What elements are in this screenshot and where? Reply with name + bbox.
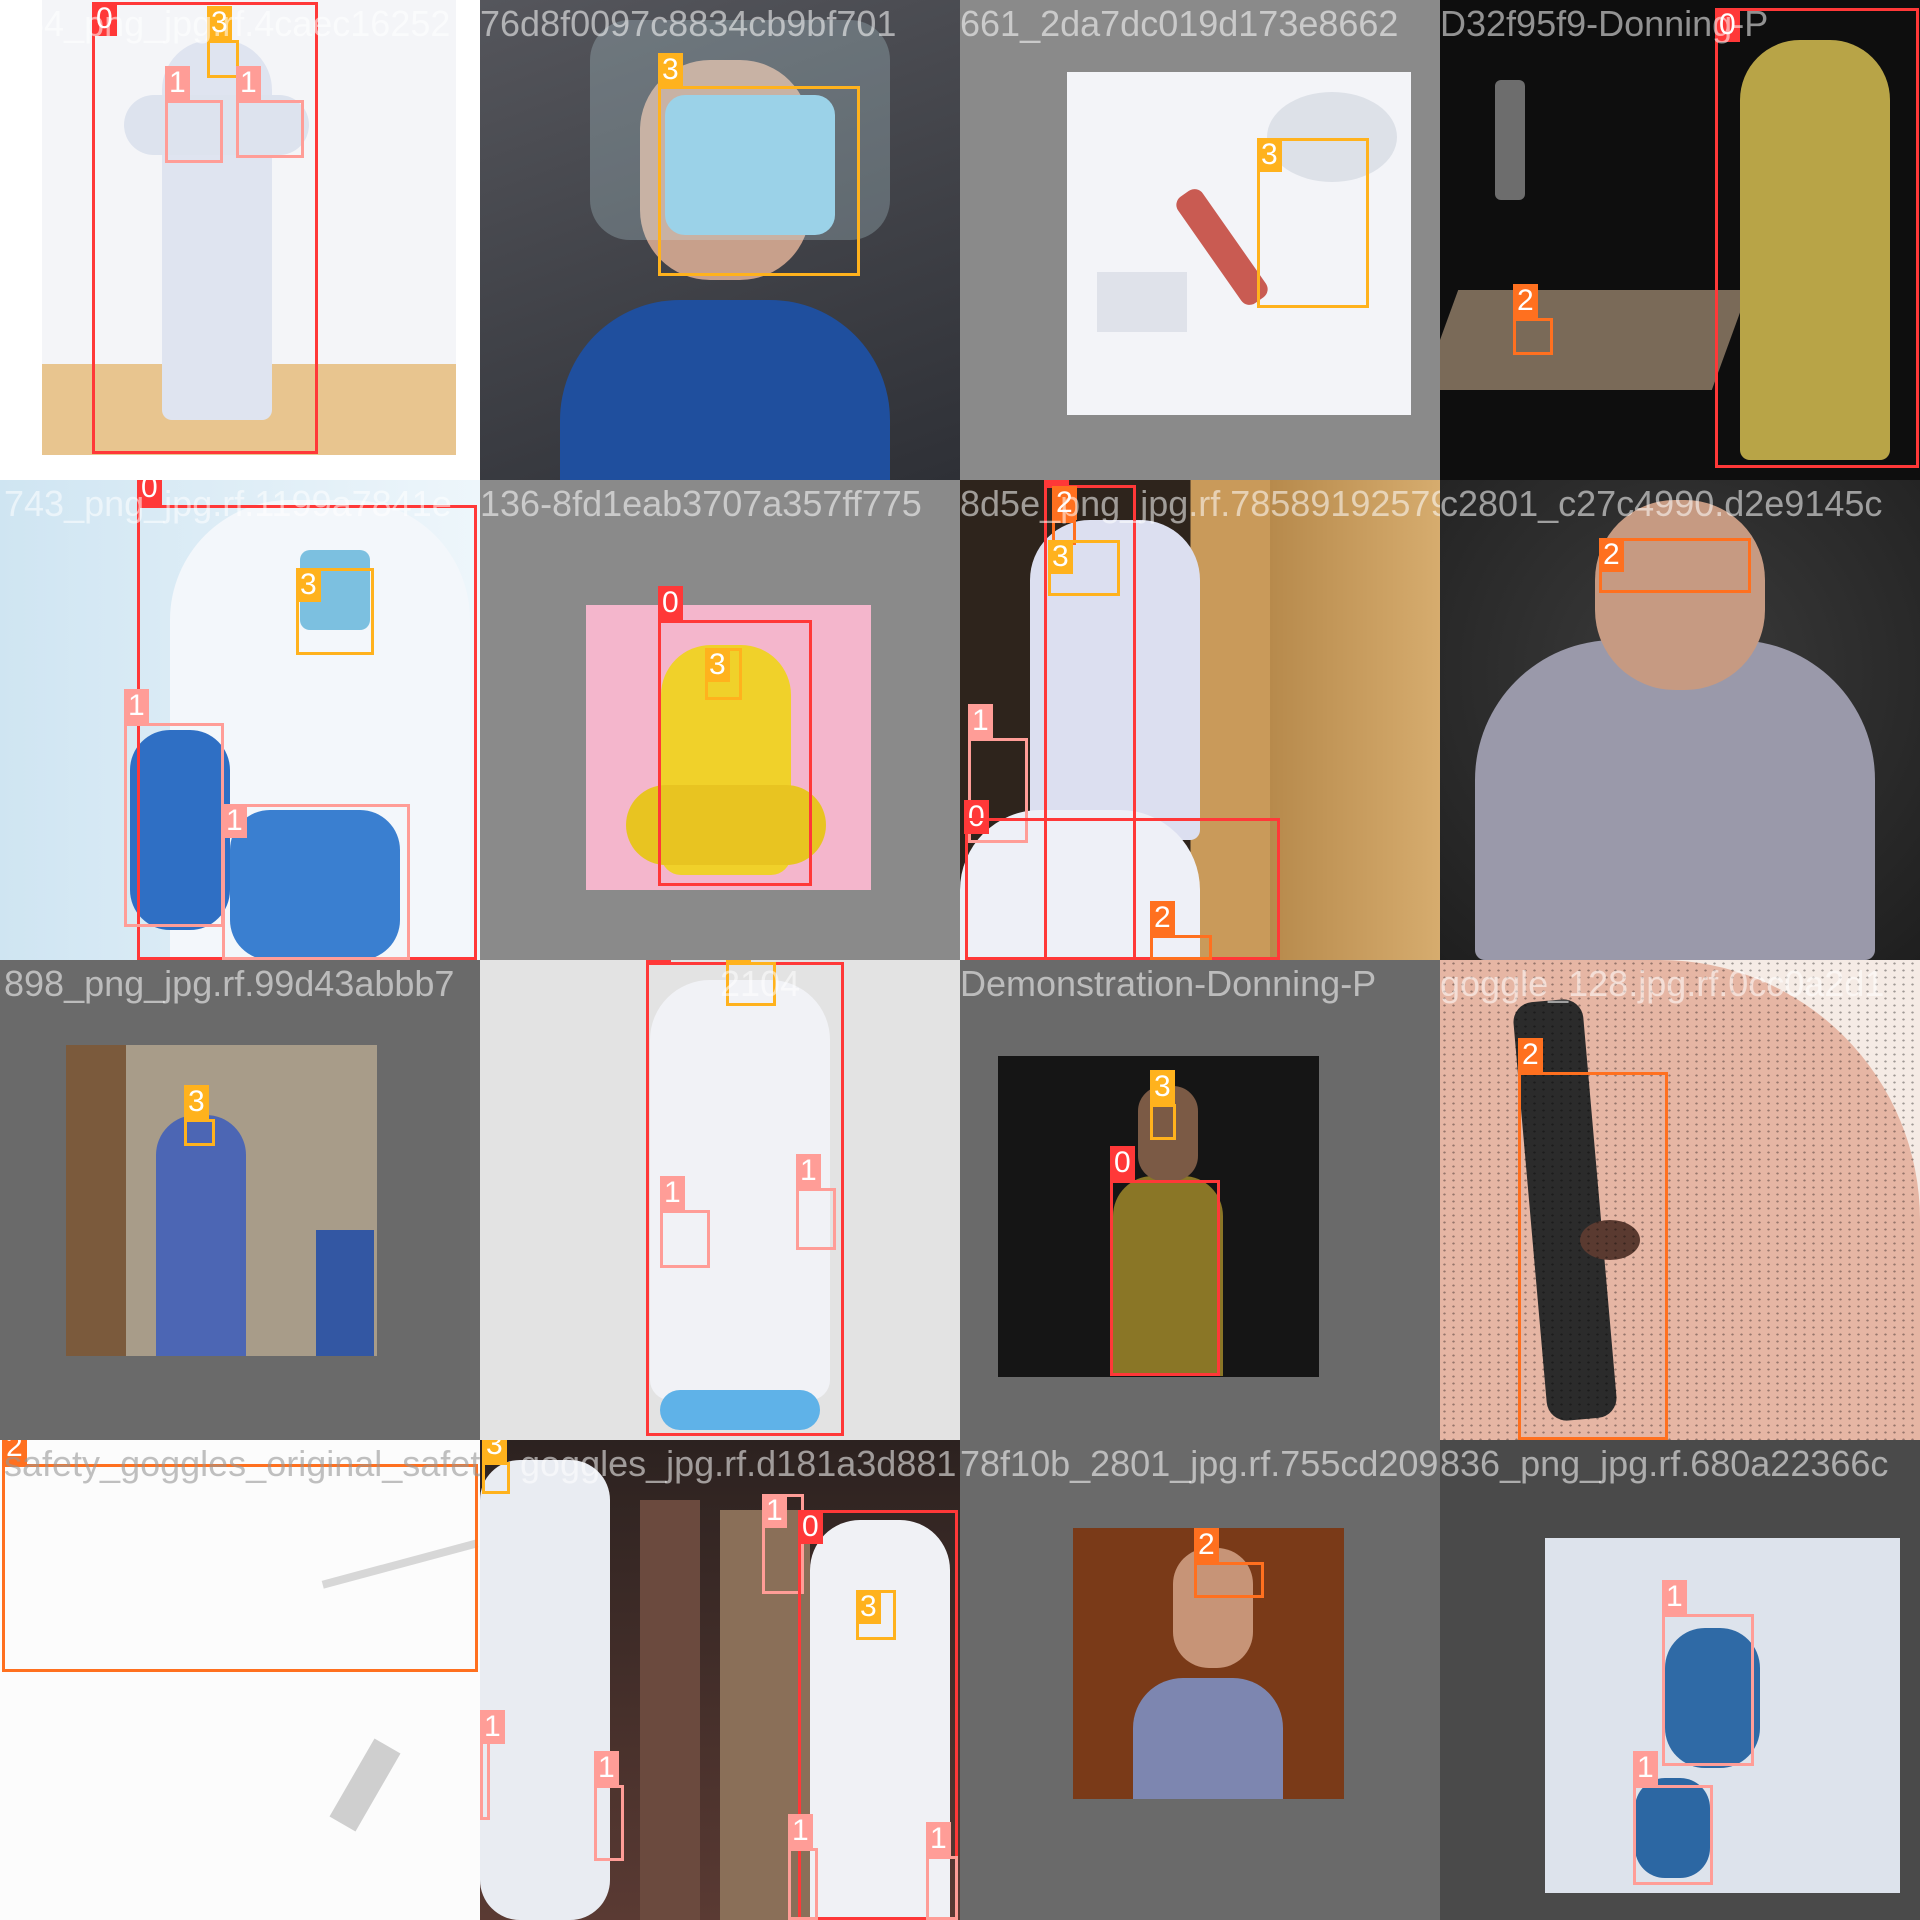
bbox-label: 1	[968, 704, 993, 738]
bbox-class-1: 1	[926, 1822, 958, 1920]
tile-5: 0 3 1 1 743_png_jpg.rf.1199a7841e	[0, 480, 480, 960]
bbox-class-2: 2	[1150, 901, 1212, 960]
tile-filename: 136-8fd1eab3707a357ff775	[480, 483, 922, 524]
tile-8: 2 c2801_c27c4990.d2e9145c	[1440, 480, 1920, 960]
tile-15: 2 78f10b_2801_jpg.rf.755cd209	[960, 1440, 1440, 1920]
bbox-label: 3	[207, 6, 232, 40]
tile-filename: Demonstration-Donning-P	[960, 963, 1377, 1004]
bbox-label: 3	[658, 53, 683, 87]
tile-9: 3 898_png_jpg.rf.99d43abbb7	[0, 960, 480, 1440]
tile-6: 0 3 136-8fd1eab3707a357ff775	[480, 480, 960, 960]
bbox-class-3: 3	[1048, 540, 1120, 596]
bbox-label: 0	[1110, 1146, 1135, 1180]
tile-13: 2 safety_goggles_original_safety_goggles…	[0, 1440, 480, 1920]
bbox-label: 1	[762, 1494, 787, 1528]
tile-3: 3 661_2da7dc019d173e8662	[960, 0, 1440, 480]
bbox-label: 2	[1518, 1038, 1543, 1072]
bbox-label: 3	[856, 1590, 881, 1624]
bbox-class-2: 2	[1518, 1038, 1668, 1440]
bbox-label: 3	[296, 568, 321, 602]
bbox-class-2: 2	[2, 1440, 478, 1672]
bbox-label: 3	[705, 648, 730, 682]
bbox-label: 1	[788, 1814, 813, 1848]
bbox-label: 0	[798, 1510, 823, 1544]
bbox-label: 2	[2, 1440, 27, 1464]
bbox-label: 3	[1048, 540, 1073, 574]
bbox-label: 3	[482, 1440, 507, 1462]
bbox-class-3: 3	[296, 568, 374, 655]
bbox-label: 2	[1194, 1528, 1219, 1562]
bbox-class-3: 3	[207, 6, 239, 78]
bbox-class-0: 0	[965, 818, 1280, 960]
bbox-class-3: 3	[856, 1590, 896, 1640]
bbox-class-1: 1	[165, 66, 223, 163]
bbox-label: 0	[1715, 8, 1740, 42]
bbox-label: 1	[926, 1822, 951, 1856]
bbox-label: 2	[1150, 901, 1175, 935]
bbox-class-0: 0	[1110, 1146, 1220, 1376]
bbox-class-3: 3	[1150, 1070, 1176, 1140]
tile-12: 2 goggle_128.jpg.rf.0cc0a2d1	[1440, 960, 1920, 1440]
bbox-label: 1	[1633, 1751, 1658, 1785]
bbox-label: 0	[92, 2, 117, 36]
tile-9-photo	[66, 1045, 377, 1356]
tile-filename: 661_2da7dc019d173e8662	[960, 3, 1399, 44]
bbox-class-2: 2	[1599, 538, 1751, 593]
bbox-class-3: 3	[482, 1440, 510, 1494]
tile-filename: 78f10b_2801_jpg.rf.755cd209	[960, 1443, 1439, 1484]
bbox-class-1: 1	[124, 689, 224, 927]
bbox-class-1: 1	[480, 1710, 505, 1820]
bbox-class-1: 1	[1662, 1580, 1754, 1766]
bbox-label: 3	[184, 1085, 209, 1119]
bbox-label: 1	[660, 1176, 685, 1210]
detection-mosaic: 0 3 1 1 254_png_jpg.rf.4caec16252 3 76d8…	[0, 0, 1920, 1920]
bbox-label: 0	[137, 480, 162, 505]
bbox-class-3: 3	[1257, 138, 1369, 308]
bbox-label: 1	[165, 66, 190, 100]
bbox-class-0: 0	[1715, 8, 1919, 468]
bbox-label: 1	[480, 1710, 505, 1744]
bbox-label: 3	[726, 960, 751, 962]
tile-1: 0 3 1 1 254_png_jpg.rf.4caec16252	[0, 0, 480, 480]
bbox-label: 3	[1257, 138, 1282, 172]
bbox-class-1: 1	[1633, 1751, 1713, 1885]
bbox-label: 2	[1599, 538, 1624, 572]
bbox-class-3: 3	[705, 648, 742, 700]
bbox-label: 1	[236, 66, 261, 100]
bbox-class-1: 1	[594, 1751, 624, 1861]
bbox-class-2: 2	[1513, 284, 1553, 355]
bbox-label: 2	[1052, 486, 1077, 520]
tile-10: 0 3 1 1 2104	[480, 960, 960, 1440]
bbox-class-1: 1	[796, 1154, 836, 1250]
bbox-class-1: 1	[660, 1176, 710, 1268]
bbox-label: 0	[658, 586, 683, 620]
bbox-label: 0	[1044, 480, 1069, 485]
tile-4: 0 2 D32f95f9-Donning-P	[1440, 0, 1920, 480]
bbox-class-1: 1	[222, 804, 410, 960]
bbox-label: 1	[594, 1751, 619, 1785]
bbox-class-0: 0	[92, 2, 318, 454]
bbox-class-1: 1	[236, 66, 304, 158]
bbox-class-3: 3	[658, 53, 860, 276]
bbox-class-3: 3	[726, 960, 776, 1006]
bbox-label: 1	[124, 689, 149, 723]
tile-16: 1 1 836_png_jpg.rf.680a22366c	[1440, 1440, 1920, 1920]
tile-2: 3 76d8f0097c8834cb9bf701	[480, 0, 960, 480]
bbox-label: 1	[1662, 1580, 1687, 1614]
bbox-label: 2	[1513, 284, 1538, 318]
tile-filename: 836_png_jpg.rf.680a22366c	[1440, 1443, 1889, 1484]
tile-12-photo	[1440, 960, 1920, 1440]
bbox-label: 1	[222, 804, 247, 838]
bbox-label: 3	[1150, 1070, 1175, 1104]
bbox-label: 1	[796, 1154, 821, 1188]
bbox-class-1: 1	[788, 1814, 818, 1920]
bbox-class-0: 0	[964, 800, 989, 834]
bbox-class-2: 2	[1194, 1528, 1264, 1598]
tile-14: 3 1 0 3 1 1 1 1 goggles_jpg.rf.d181a3d88…	[480, 1440, 960, 1920]
bbox-label: 0	[646, 960, 671, 962]
bbox-class-3: 3	[184, 1085, 215, 1146]
tile-7: 0 2 3 1 0 0 2 8d5e_png_jpg.rf.7858919257…	[960, 480, 1440, 960]
tile-11: 3 0 Demonstration-Donning-P	[960, 960, 1440, 1440]
tile-filename: 898_png_jpg.rf.99d43abbb7	[4, 963, 455, 1004]
